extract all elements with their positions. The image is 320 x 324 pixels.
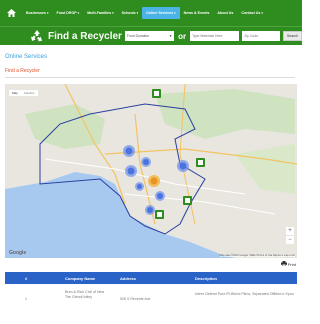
map-marker[interactable] — [155, 206, 164, 224]
nav-item-news-events[interactable]: News & Events — [180, 0, 214, 26]
column-header-number: # — [25, 275, 28, 281]
divider — [5, 77, 295, 78]
zoom-out-button[interactable]: − — [286, 236, 294, 244]
map-cluster[interactable] — [155, 188, 165, 206]
recycle-icon — [30, 29, 44, 43]
map-cluster[interactable] — [123, 144, 135, 162]
map-attribution[interactable]: Map data ©2016 Google, INEGI Terms of Us… — [219, 254, 295, 257]
nav-item-food-drop[interactable]: Food DROP ▾ — [53, 0, 84, 26]
row-number: 1 — [25, 297, 27, 301]
company-description: Intern Defend Pure IR-Blend Pilms, Separ… — [195, 292, 294, 296]
zoom-in-button[interactable]: + — [286, 227, 294, 235]
finder-title: Find a Recycler — [48, 30, 122, 42]
column-header-company: Company Name — [65, 275, 96, 281]
zip-code-input[interactable]: Zip Code — [242, 31, 281, 41]
print-row: Print — [0, 260, 302, 270]
table-row[interactable]: 1 Bren & Rich Civil of New Tire Glendl I… — [5, 287, 297, 317]
company-address: 526 S Revelde Ave — [120, 297, 151, 301]
map-canvas — [5, 84, 297, 258]
recycler-map[interactable]: Map Satellite + − Google Map data ©2016 … — [5, 84, 297, 258]
finder-bar: Find a Recycler Food Donation ▼ or Type … — [0, 26, 302, 45]
map-marker[interactable] — [196, 154, 205, 172]
nav-item-multi-families[interactable]: Multi-Families ▾ — [83, 0, 117, 26]
nav-item-contact-us[interactable]: Contact Us ▾ — [237, 0, 267, 26]
map-view-button[interactable]: Map — [9, 90, 21, 96]
map-marker[interactable] — [152, 85, 161, 103]
map-cluster[interactable] — [141, 154, 151, 172]
column-header-address: Address — [120, 275, 137, 281]
google-logo: Google — [9, 250, 27, 256]
printer-icon — [280, 261, 287, 267]
chevron-down-icon: ▾ — [46, 11, 49, 15]
materials-input[interactable]: Type Materials Here — [190, 31, 240, 41]
satellite-view-button[interactable]: Satellite — [20, 90, 38, 96]
chevron-down-icon: ▾ — [174, 11, 176, 15]
map-marker[interactable] — [183, 192, 192, 210]
nav-item-about-us[interactable]: About Us — [213, 0, 237, 26]
top-navbar: Businesses ▾ Food DROP ▾ Multi-Families ▾ S… — [0, 0, 302, 26]
nav-item-schools[interactable]: Schools ▾ — [118, 0, 143, 26]
chevron-down-icon: ▾ — [136, 11, 139, 15]
nav-item-businesses[interactable]: Businesses ▾ — [22, 0, 53, 26]
chevron-down-icon: ▾ — [112, 11, 114, 15]
map-cluster[interactable] — [135, 178, 144, 196]
column-header-description: Description — [195, 275, 218, 281]
print-button[interactable]: Print — [280, 261, 296, 267]
breadcrumb-link[interactable]: Find a Recycler — [5, 68, 40, 74]
nav-menu: Businesses ▾ Food DROP ▾ Multi-Families ▾ S… — [22, 0, 267, 26]
nav-item-online-services[interactable]: Online Services ▾ — [142, 7, 180, 19]
results-table-header: # Company Name Address Description — [5, 272, 297, 284]
map-cluster[interactable] — [177, 159, 189, 177]
company-name[interactable]: Bren & Rich Civil of New Tire Glendl Int… — [65, 290, 105, 300]
chevron-down-icon: ▾ — [77, 11, 80, 15]
chevron-down-icon: ▼ — [169, 34, 173, 38]
chevron-down-icon: ▾ — [261, 11, 263, 15]
map-cluster[interactable] — [145, 202, 155, 220]
map-type-control: Map Satellite — [9, 90, 38, 96]
home-icon[interactable] — [6, 8, 16, 18]
material-type-select[interactable]: Food Donation ▼ — [124, 31, 175, 41]
page-title: Online Services — [5, 54, 48, 60]
or-label: or — [178, 31, 187, 41]
search-button[interactable]: Search — [283, 31, 302, 41]
